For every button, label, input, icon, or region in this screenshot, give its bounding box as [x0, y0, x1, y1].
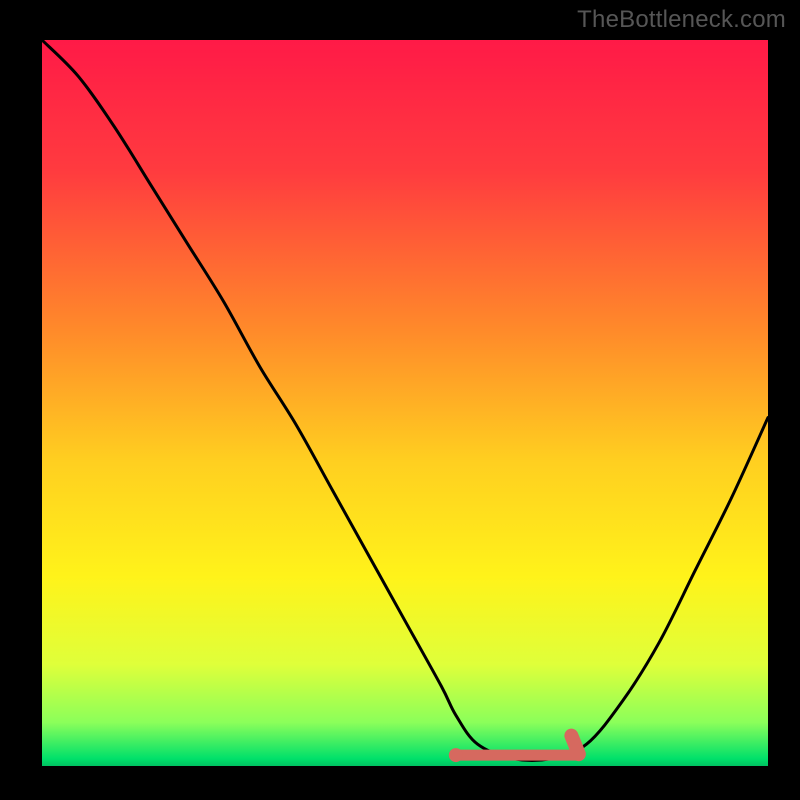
chart-frame: TheBottleneck.com	[0, 0, 800, 800]
plot-background	[42, 40, 768, 766]
bottleneck-chart	[0, 0, 800, 800]
watermark-text: TheBottleneck.com	[577, 6, 786, 34]
